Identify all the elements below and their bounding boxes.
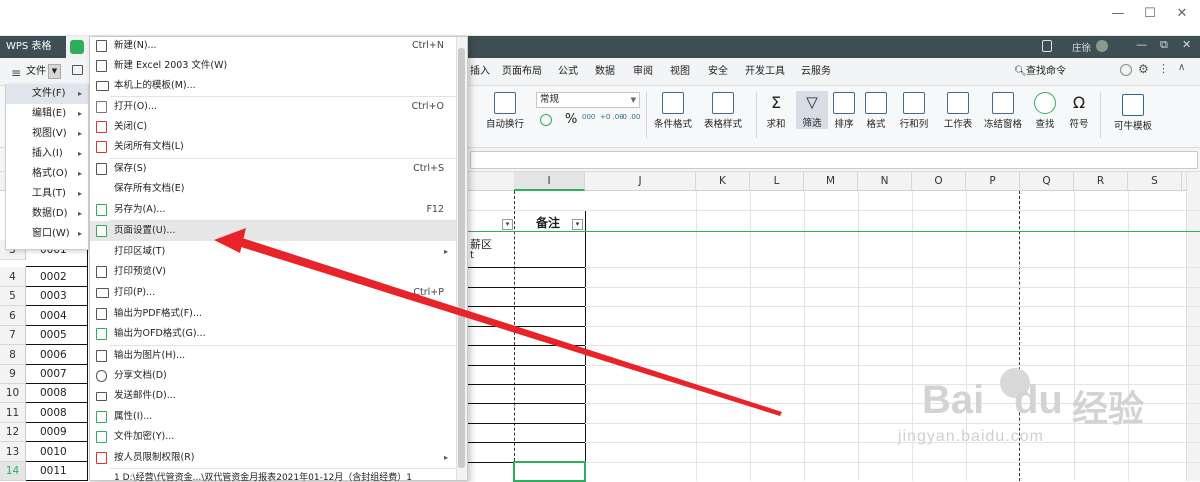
arrow-head xyxy=(214,228,246,253)
baidu-watermark: Bai du 经验 jingyan.baidu.com xyxy=(898,368,1182,458)
arrow-shaft xyxy=(222,236,782,416)
